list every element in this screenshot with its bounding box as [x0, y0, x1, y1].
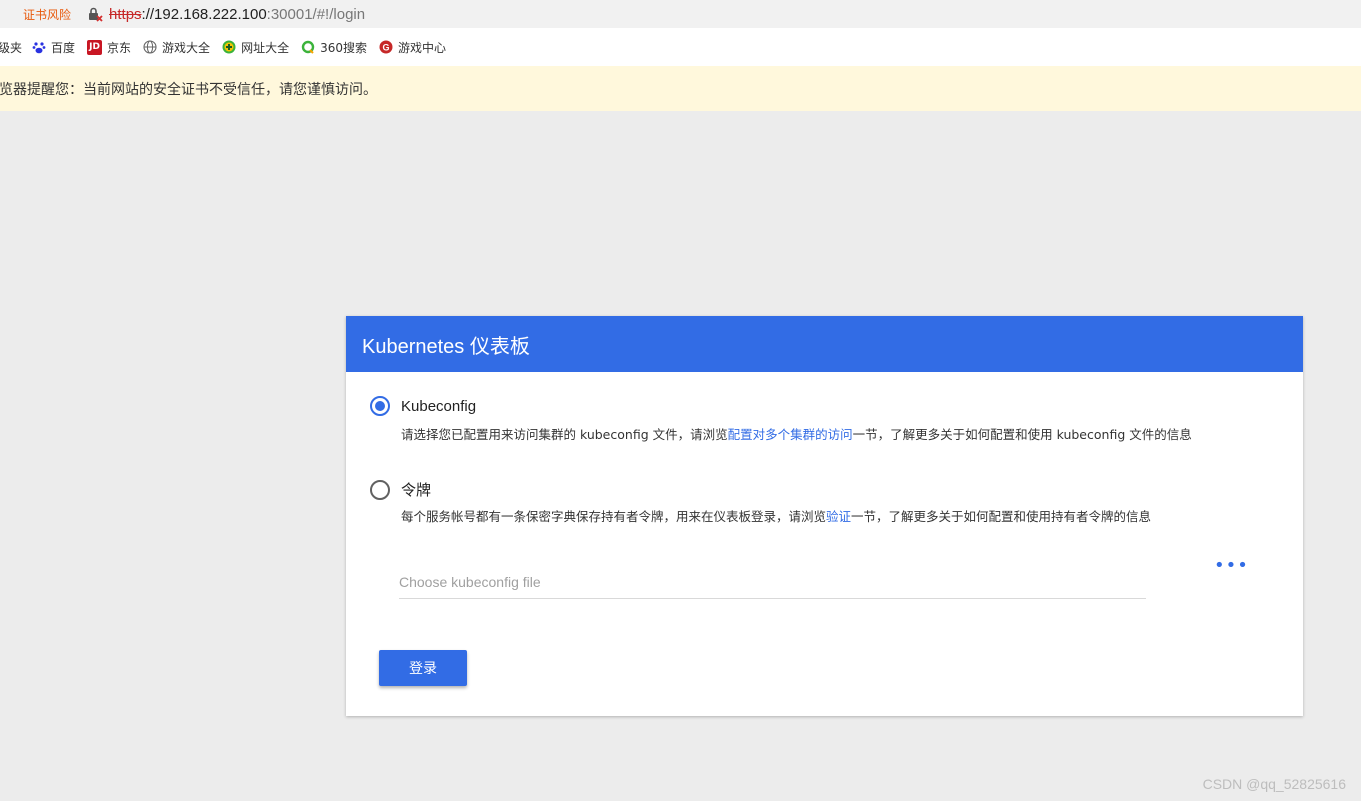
desc-text: 一节，了解更多关于如何配置和使用 kubeconfig 文件的信息: [852, 427, 1192, 442]
login-card: Kubernetes 仪表板 Kubeconfig 请选择您已配置用来访问集群的…: [346, 316, 1303, 716]
globe-icon: [143, 40, 157, 54]
bookmark-baidu[interactable]: 百度: [32, 39, 75, 56]
cert-risk-label[interactable]: 证书风险: [23, 6, 71, 23]
token-description: 每个服务帐号都有一条保密字典保存持有者令牌，用来在仪表板登录，请浏览验证一节，了…: [401, 508, 1261, 526]
insecure-lock-icon[interactable]: [87, 6, 103, 22]
option-kubeconfig[interactable]: Kubeconfig: [370, 396, 476, 416]
url-host: ://192.168.222.100: [141, 5, 267, 23]
bookmarks-bar: 级夹 百度 JD 京东 游戏大全 网址大全 360搜索 G 游戏中心: [0, 28, 1361, 67]
desc-text: 每个服务帐号都有一条保密字典保存持有者令牌，用来在仪表板登录，请浏览: [401, 509, 827, 524]
token-radio[interactable]: [370, 479, 390, 500]
page-title: Kubernetes 仪表板: [362, 335, 530, 358]
desc-text: 请选择您已配置用来访问集群的 kubeconfig 文件，请浏览: [401, 427, 728, 442]
address-bar[interactable]: 证书风险 https://192.168.222.100:30001/#!/lo…: [0, 0, 1361, 28]
bookmark-label: 级夹: [0, 40, 23, 55]
option-token[interactable]: 令牌: [370, 479, 431, 500]
file-input-placeholder: Choose kubeconfig file: [399, 574, 541, 590]
bookmark-label: 游戏中心: [397, 40, 446, 55]
kubeconfig-file-input[interactable]: Choose kubeconfig file: [399, 574, 1146, 599]
url-path: :30001/#!/login: [266, 5, 366, 23]
bookmark-label: 百度: [51, 40, 76, 55]
url-text[interactable]: https://192.168.222.100:30001/#!/login: [109, 6, 365, 23]
bookmark-label: 游戏大全: [162, 40, 211, 55]
svg-text:G: G: [382, 43, 389, 53]
more-options-icon[interactable]: •••: [1214, 557, 1248, 580]
game-center-icon: G: [379, 40, 393, 54]
bookmark-jd[interactable]: JD 京东: [87, 39, 131, 56]
token-label[interactable]: 令牌: [401, 479, 431, 500]
security-warning-bar: 览器提醒您：当前网站的安全证书不受信任，请您谨慎访问。: [0, 66, 1361, 111]
multi-cluster-access-link[interactable]: 配置对多个集群的访问: [728, 427, 853, 442]
authentication-link[interactable]: 验证: [826, 509, 851, 524]
bookmark-games[interactable]: 游戏大全: [143, 39, 210, 56]
bookmark-360[interactable]: 360搜索: [301, 39, 367, 56]
security-warning-text: 览器提醒您：当前网站的安全证书不受信任，请您谨慎访问。: [0, 81, 377, 98]
desc-text: 一节，了解更多关于如何配置和使用持有者令牌的信息: [851, 509, 1152, 524]
login-button[interactable]: 登录: [379, 650, 467, 686]
bookmark-label: 360搜索: [320, 40, 367, 55]
url-scheme: https: [109, 5, 142, 23]
plus-circle-icon: [222, 40, 236, 54]
jd-icon: JD: [87, 39, 103, 55]
baidu-icon: [32, 40, 46, 54]
bookmark-sites[interactable]: 网址大全: [222, 39, 289, 56]
kubeconfig-label[interactable]: Kubeconfig: [401, 398, 476, 415]
card-header: Kubernetes 仪表板: [346, 316, 1303, 372]
bookmark-label: 网址大全: [241, 40, 290, 55]
search360-icon: [301, 40, 315, 54]
bookmark-folder[interactable]: 级夹: [0, 39, 22, 56]
bookmark-game-center[interactable]: G 游戏中心: [379, 39, 446, 56]
kubeconfig-description: 请选择您已配置用来访问集群的 kubeconfig 文件，请浏览配置对多个集群的…: [401, 426, 1261, 444]
kubeconfig-radio[interactable]: [370, 396, 390, 416]
bookmark-label: 京东: [107, 40, 132, 55]
watermark: CSDN @qq_52825616: [1202, 776, 1346, 792]
radio-dot: [375, 401, 385, 411]
